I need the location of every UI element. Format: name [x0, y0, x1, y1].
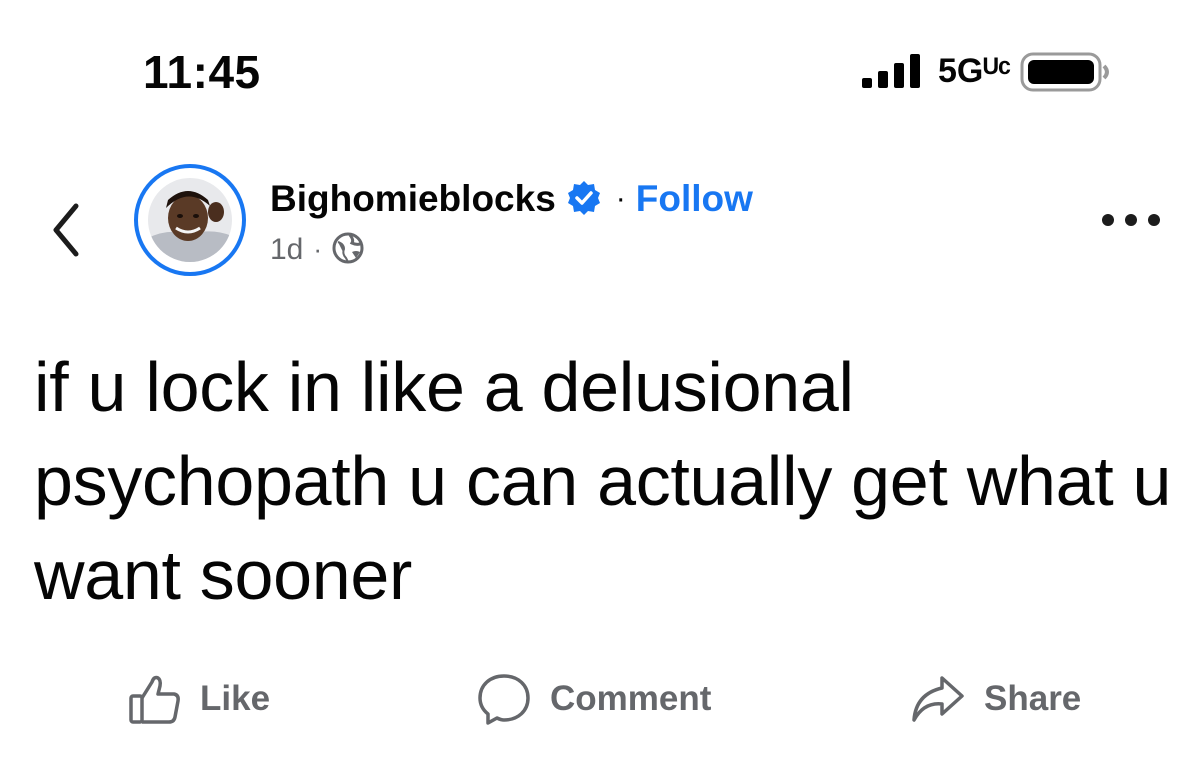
network-type: 5Gᵁᶜ [938, 52, 1012, 90]
like-label: Like [200, 679, 271, 718]
meta-separator: · [313, 234, 323, 264]
comment-label: Comment [550, 679, 712, 718]
post-action-bar: Like Comment Share [0, 660, 1200, 740]
battery-icon [1020, 52, 1112, 97]
avatar-photo [148, 178, 232, 262]
comment-bubble-icon [478, 674, 530, 725]
signal-bars-icon [862, 54, 926, 93]
share-label: Share [984, 679, 1082, 718]
back-button[interactable] [46, 200, 86, 260]
more-options-button[interactable] [1100, 210, 1162, 235]
verified-badge-icon [566, 180, 602, 221]
share-button[interactable]: Share [910, 672, 1081, 726]
separator-dot: · [615, 181, 626, 215]
chevron-left-icon [53, 203, 79, 257]
author-name[interactable]: Bighomieblocks [270, 177, 556, 221]
share-arrow-icon [912, 676, 964, 722]
status-time: 11:45 [143, 46, 261, 98]
status-bar: 11:45 5Gᵁᶜ [0, 0, 1200, 120]
more-dots-icon [1102, 214, 1160, 226]
globe-icon [332, 232, 364, 269]
comment-button[interactable]: Comment [476, 672, 711, 726]
post-age[interactable]: 1d [270, 232, 303, 268]
post-body-text: if u lock in like a delusional psychopat… [34, 348, 1172, 614]
author-avatar[interactable] [134, 164, 246, 276]
like-button[interactable]: Like [128, 672, 270, 726]
post-header: Bighomieblocks · Follow 1d · [0, 160, 1200, 290]
author-row: Bighomieblocks · Follow [270, 176, 753, 221]
thumbs-up-icon [129, 675, 180, 724]
post-meta: 1d · [270, 230, 364, 269]
follow-button[interactable]: Follow [636, 177, 753, 221]
